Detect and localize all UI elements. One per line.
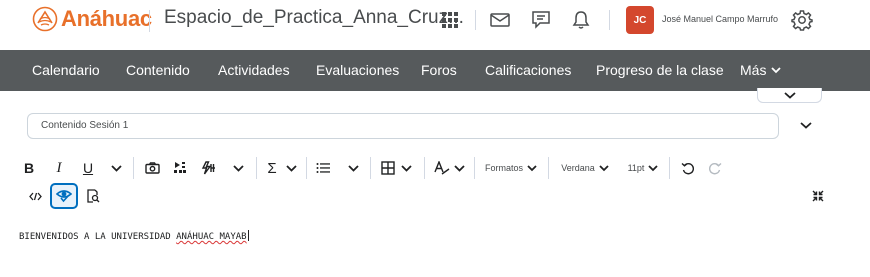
text-color-chevron-icon[interactable] (451, 157, 467, 179)
navbar: Calendario Contenido Actividades Evaluac… (0, 50, 870, 91)
bullet-list-icon[interactable] (315, 157, 331, 179)
nav-item-mas-label: Más (740, 62, 767, 78)
nav-item-evaluaciones[interactable]: Evaluaciones (316, 50, 399, 91)
chevron-down-icon (648, 164, 659, 171)
misspelled-word: ANÁHUAC MAYAB (176, 232, 247, 242)
underline-button[interactable]: U (79, 157, 97, 179)
undo-icon[interactable] (679, 157, 695, 179)
nav-item-calendario[interactable]: Calendario (32, 50, 100, 91)
toolbar-separator (548, 157, 549, 179)
insert-image-icon[interactable] (143, 157, 161, 179)
content-text: BIENVENIDOS A LA UNIVERSIDAD (19, 232, 177, 242)
sigma-label: Σ (267, 159, 277, 177)
collapse-panel-button[interactable] (757, 88, 822, 103)
nav-item-mas[interactable]: Más (740, 50, 782, 91)
anahuac-logo-icon (32, 6, 58, 32)
toolbar-separator (474, 157, 475, 179)
font-size-label: 11pt (627, 163, 645, 173)
gear-icon[interactable] (791, 9, 813, 31)
accessibility-check-icon (56, 190, 72, 203)
chevron-down-icon (527, 164, 537, 171)
toolbar-separator (669, 157, 670, 179)
bold-label: B (23, 160, 35, 176)
header-separator (475, 10, 476, 30)
nav-item-progreso[interactable]: Progreso de la clase (596, 50, 724, 91)
font-size-dropdown[interactable]: 11pt (624, 157, 662, 179)
source-code-icon[interactable] (25, 185, 45, 207)
fullscreen-exit-icon[interactable] (808, 185, 828, 207)
header: Anáhuac Espacio_de_Practica_Anna_Cruz...… (0, 0, 870, 50)
more-format-chevron-icon[interactable] (108, 157, 124, 179)
formats-dropdown[interactable]: Formatos (483, 157, 539, 179)
insert-quicklink-icon[interactable] (200, 157, 218, 179)
chat-icon[interactable] (530, 9, 552, 31)
bold-button[interactable]: B (20, 157, 38, 179)
font-family-dropdown[interactable]: Verdana (559, 157, 611, 179)
logo-text: Anáhuac (61, 6, 152, 31)
chevron-down-icon (783, 91, 796, 99)
toolbar-separator (133, 157, 134, 179)
table-chevron-icon[interactable] (398, 157, 414, 179)
editor-content[interactable]: BIENVENIDOS A LA UNIVERSIDAD ANÁHUAC MAY… (19, 230, 249, 242)
text-color-icon[interactable] (432, 157, 450, 179)
bell-icon[interactable] (570, 9, 592, 31)
waffle-icon[interactable] (439, 9, 461, 31)
nav-item-foros[interactable]: Foros (421, 50, 457, 91)
list-chevron-icon[interactable] (345, 157, 361, 179)
underline-label: U (82, 160, 94, 176)
course-title[interactable]: Espacio_de_Practica_Anna_Cruz... (164, 7, 464, 29)
expand-options-chevron-icon[interactable] (799, 118, 813, 132)
mail-icon[interactable] (489, 9, 511, 31)
nav-item-calificaciones[interactable]: Calificaciones (485, 50, 571, 91)
nav-item-contenido[interactable]: Contenido (126, 50, 190, 91)
toolbar-separator (256, 157, 257, 179)
header-divider (149, 10, 150, 32)
avatar[interactable]: JC (626, 6, 654, 34)
nav-item-actividades[interactable]: Actividades (218, 50, 290, 91)
table-icon[interactable] (380, 157, 396, 179)
toolbar-separator (370, 157, 371, 179)
title-input[interactable]: Contenido Sesión 1 (27, 113, 779, 139)
chevron-down-icon (771, 67, 782, 74)
italic-button[interactable]: I (50, 157, 68, 179)
equation-chevron-icon[interactable] (283, 157, 299, 179)
equation-button[interactable]: Σ (265, 157, 279, 179)
text-caret (247, 230, 249, 241)
redo-icon[interactable] (707, 157, 723, 179)
user-name[interactable]: José Manuel Campo Marrufo (662, 14, 778, 24)
brand-logo[interactable]: Anáhuac (32, 6, 152, 32)
formats-label: Formatos (484, 163, 523, 173)
toolbar-separator (306, 157, 307, 179)
accessibility-checker-button[interactable] (50, 183, 78, 209)
chevron-down-icon (599, 164, 609, 171)
header-separator (609, 10, 610, 30)
italic-label: I (56, 159, 62, 176)
toolbar-separator (424, 157, 425, 179)
font-family-label: Verdana (561, 163, 595, 173)
more-insert-chevron-icon[interactable] (230, 157, 246, 179)
preview-icon[interactable] (84, 185, 102, 207)
insert-media-icon[interactable] (171, 157, 189, 179)
